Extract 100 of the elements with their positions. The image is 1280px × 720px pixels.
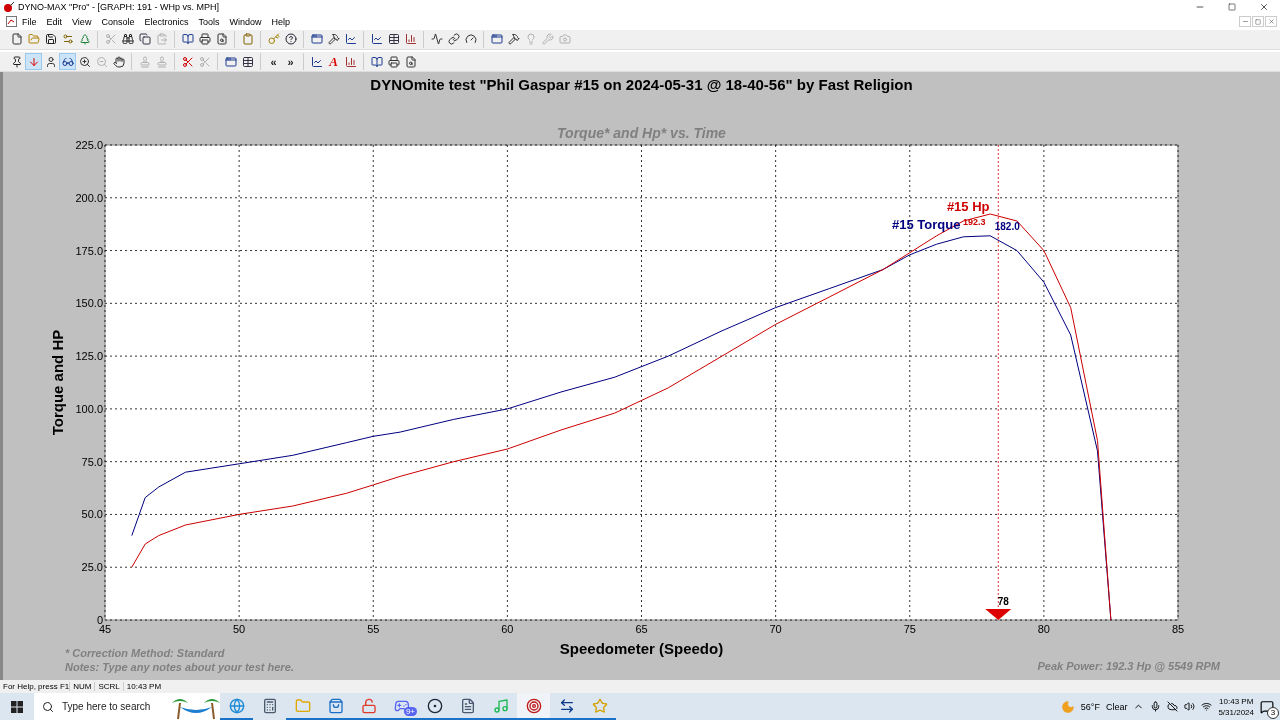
status-indicator: SCRL xyxy=(94,682,123,692)
series-label: #15 Hp xyxy=(946,199,990,215)
y-tick-label: 200.0 xyxy=(75,192,103,205)
printer-icon xyxy=(198,33,211,46)
line-chart-icon xyxy=(310,55,323,68)
binoculars-icon xyxy=(121,33,134,46)
toolbar-button[interactable] xyxy=(385,53,402,71)
status-indicator: 10:43 PM xyxy=(122,682,165,692)
document-icon xyxy=(459,697,476,714)
cursor-marker-icon[interactable] xyxy=(985,609,1012,621)
x-axis-label: Speedometer (Speedo) xyxy=(559,639,724,658)
menu-item[interactable]: Window xyxy=(224,16,267,27)
wrench-icon xyxy=(541,33,554,46)
menu-item[interactable]: Help xyxy=(266,16,295,27)
y-tick-label: 100.0 xyxy=(75,403,103,416)
toolbar-button[interactable] xyxy=(445,30,462,48)
y-tick-label: 125.0 xyxy=(75,350,103,363)
note-text: * Correction Method: Standard xyxy=(65,646,226,661)
menu-item[interactable]: File xyxy=(17,16,42,27)
x-tick-label: 65 xyxy=(635,623,648,636)
moon-icon xyxy=(1060,699,1075,714)
calculator-icon xyxy=(261,697,278,714)
x-tick-label: 75 xyxy=(903,623,916,636)
notification-badge: 9+ xyxy=(403,707,417,716)
menu-item[interactable]: Electronics xyxy=(139,16,194,27)
app-logo-icon xyxy=(4,2,14,12)
scissors-icon xyxy=(104,33,117,46)
line-chart-icon xyxy=(370,33,383,46)
y-tick-label: 150.0 xyxy=(75,297,103,310)
notifications-icon[interactable] xyxy=(1260,699,1274,714)
chart-title: Torque* and Hp* vs. Time xyxy=(557,125,726,142)
graph-title: DYNOmite test "Phil Gaspar #15 on 2024-05-31 @ 18-40-56" by Fast Religion xyxy=(369,75,914,96)
menu-item[interactable]: Edit xyxy=(41,16,68,27)
weather-temperature: 56°F xyxy=(1080,701,1100,712)
new-file-icon xyxy=(10,33,23,46)
peak-value: 182.0 xyxy=(994,221,1020,233)
y-tick-label: 75.0 xyxy=(81,456,103,469)
document-icon[interactable] xyxy=(6,16,17,28)
book-icon xyxy=(181,33,194,46)
toolbar-button[interactable] xyxy=(196,30,213,48)
stamp-icon xyxy=(138,55,151,68)
table-icon xyxy=(387,33,400,46)
preview-icon xyxy=(215,33,228,46)
x-tick-label: 50 xyxy=(233,623,246,636)
close-button[interactable] xyxy=(1265,16,1277,28)
search-icon xyxy=(42,700,54,713)
x-tick-label: 70 xyxy=(769,623,782,636)
cloud-off-icon[interactable] xyxy=(1167,701,1179,712)
menu-item[interactable]: Tools xyxy=(193,16,225,27)
line-chart-icon xyxy=(344,33,357,46)
clock[interactable]: 10:43 PM 5/31/2024 xyxy=(1218,695,1254,718)
browser-icon xyxy=(228,697,245,714)
hammer-icon xyxy=(507,33,520,46)
copy-icon xyxy=(138,33,151,46)
wifi-icon[interactable] xyxy=(1201,701,1213,712)
pin-icon xyxy=(10,55,23,68)
book-icon xyxy=(370,55,383,68)
table-icon xyxy=(241,55,254,68)
taskbar-app[interactable] xyxy=(517,693,550,720)
x-tick-label: 60 xyxy=(501,623,514,636)
microphone-icon[interactable] xyxy=(1150,701,1162,712)
person-icon xyxy=(44,55,57,68)
key-icon xyxy=(267,33,280,46)
x-tick-label: 85 xyxy=(1171,623,1185,636)
weather-condition: Clear xyxy=(1105,701,1128,712)
close-icon xyxy=(1259,2,1269,12)
menu-item[interactable]: View xyxy=(67,16,97,27)
toolbar-button[interactable] xyxy=(59,53,76,71)
toolbar-button[interactable]: « xyxy=(265,53,282,71)
toolbar-button[interactable] xyxy=(282,30,299,48)
stamp-icon xyxy=(155,55,168,68)
printer-icon xyxy=(387,55,400,68)
y-axis-label: Torque and HP xyxy=(49,330,66,436)
preview-icon xyxy=(404,55,417,68)
settings-icon xyxy=(61,33,74,46)
tree-icon xyxy=(78,33,91,46)
x-tick-label: 55 xyxy=(367,623,380,636)
restore-icon xyxy=(1255,18,1261,25)
glasses-icon xyxy=(61,55,74,68)
paste-icon xyxy=(155,33,168,46)
y-tick-label: 225.0 xyxy=(75,139,103,152)
search-field[interactable]: Type here to search xyxy=(34,693,220,720)
taskbar-app[interactable]: 9+ xyxy=(385,693,418,720)
help-icon xyxy=(284,33,297,46)
toolbar-button[interactable]: » xyxy=(282,53,299,71)
x-tick-label: 80 xyxy=(1037,623,1050,636)
hand-icon xyxy=(112,55,125,68)
volume-icon[interactable] xyxy=(1184,701,1196,712)
folder-icon xyxy=(27,33,40,46)
restore-icon xyxy=(1228,3,1236,11)
bulb-icon xyxy=(524,33,537,46)
y-tick-label: 50.0 xyxy=(81,508,103,521)
menu-item[interactable]: Console xyxy=(96,16,140,27)
minimize-button[interactable] xyxy=(1239,16,1251,28)
shopping-bag-icon xyxy=(327,697,344,714)
window-icon xyxy=(224,55,237,68)
zoom-out-icon xyxy=(95,55,108,68)
star-icon xyxy=(591,697,608,714)
folder-icon xyxy=(294,697,311,714)
toolbar-button[interactable]: A xyxy=(325,53,342,71)
